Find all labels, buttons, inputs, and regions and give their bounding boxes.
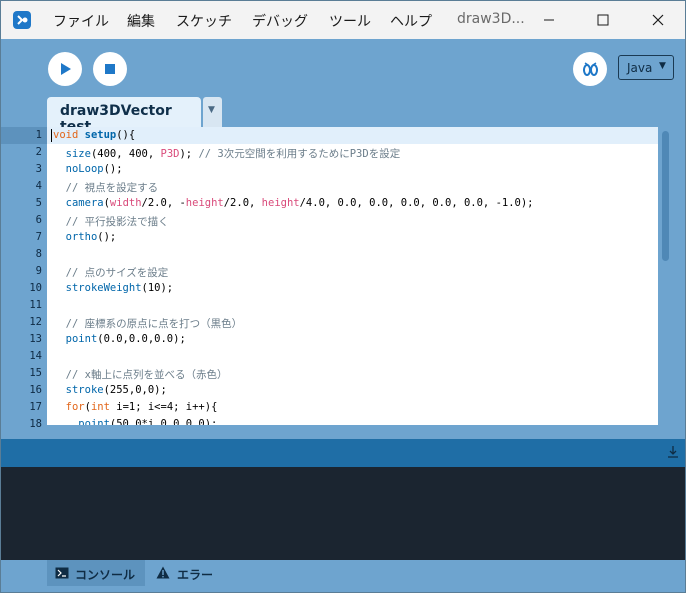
- close-button[interactable]: [635, 1, 681, 39]
- stop-icon: [105, 64, 115, 74]
- text-caret: [51, 129, 52, 142]
- processing-window: ファイル 編集 スケッチ デバッグ ツール ヘルプ draw3D... Java…: [0, 0, 686, 593]
- toolbar: Java ▼: [1, 39, 685, 97]
- processing-logo-icon: [13, 11, 31, 29]
- maximize-icon: [597, 14, 609, 26]
- line-number: 1: [35, 129, 42, 141]
- chevron-down-icon: ▼: [659, 61, 666, 71]
- code-line: camera(width/2.0, -height/2.0, height/4.…: [65, 197, 534, 209]
- line-number-gutter: 1 2 3 4 5 6 7 8 9 10 11 12 13 14 15 16 17 18: [1, 127, 47, 430]
- code-line: for(int i=1; i<=4; i++){: [65, 401, 218, 413]
- tab-console[interactable]: コンソール: [47, 560, 145, 586]
- line-number: 5: [35, 197, 42, 209]
- code-line: // 座標系の原点に点を打つ（黒色）: [65, 318, 243, 330]
- line-number: 4: [35, 180, 42, 192]
- code-line: // x軸上に点列を並べる（赤色）: [65, 369, 228, 381]
- chevron-down-icon: ▼: [208, 105, 215, 115]
- menu-tools[interactable]: ツール: [329, 11, 371, 31]
- close-icon: [652, 14, 664, 26]
- terminal-icon: [55, 567, 69, 579]
- line-number: 15: [29, 367, 42, 379]
- play-icon: [61, 63, 71, 75]
- scrollbar-thumb[interactable]: [662, 131, 669, 261]
- line-number: 3: [35, 163, 42, 175]
- line-number: 13: [29, 333, 42, 345]
- tab-errors[interactable]: エラー: [151, 560, 221, 586]
- code-line: size(400, 400, P3D); // 3次元空間を利用するためにP3D…: [65, 148, 401, 160]
- tab-console-label: コンソール: [75, 568, 136, 582]
- maximize-button[interactable]: [580, 1, 626, 39]
- current-line-highlight: [47, 127, 658, 144]
- menu-help[interactable]: ヘルプ: [390, 11, 432, 31]
- line-number: 6: [35, 214, 42, 226]
- title-menu-bar: ファイル 編集 スケッチ デバッグ ツール ヘルプ draw3D...: [1, 1, 685, 39]
- line-number: 12: [29, 316, 42, 328]
- console-tab-bar: コンソール エラー: [1, 560, 685, 592]
- minimize-icon: [544, 19, 554, 21]
- editor-scrollbar[interactable]: [658, 127, 674, 425]
- warning-icon: [156, 566, 170, 579]
- debugger-button[interactable]: [573, 52, 607, 86]
- code-editor[interactable]: void setup(){ size(400, 400, P3D); // 3次…: [47, 127, 658, 425]
- run-button[interactable]: [48, 52, 82, 86]
- line-number: 2: [35, 146, 42, 158]
- line-number: 10: [29, 282, 42, 294]
- code-line: point(0.0,0.0,0.0);: [65, 333, 186, 345]
- code-line: strokeWeight(10);: [65, 282, 174, 294]
- menu-edit[interactable]: 編集: [127, 11, 155, 31]
- line-number: 9: [35, 265, 42, 277]
- debugger-icon: [583, 62, 598, 76]
- tab-errors-label: エラー: [177, 568, 214, 582]
- tab-menu-button[interactable]: ▼: [203, 97, 222, 127]
- line-number: 18: [29, 418, 42, 430]
- code-line: stroke(255,0,0);: [65, 384, 167, 396]
- line-number: 7: [35, 231, 42, 243]
- line-number: 11: [29, 299, 42, 311]
- code-line: noLoop();: [65, 163, 123, 175]
- console-divider[interactable]: [1, 439, 685, 467]
- mode-selector[interactable]: Java ▼: [618, 55, 674, 80]
- mode-label: Java: [627, 61, 653, 75]
- collapse-console-icon[interactable]: [667, 445, 679, 459]
- code-line: void setup(){: [53, 129, 136, 141]
- menu-file[interactable]: ファイル: [53, 11, 109, 31]
- line-number: 16: [29, 384, 42, 396]
- minimize-button[interactable]: [526, 1, 572, 39]
- tab-sketch[interactable]: draw3DVector test: [47, 97, 201, 135]
- window-title: draw3D...: [457, 11, 525, 27]
- line-number: 17: [29, 401, 42, 413]
- stop-button[interactable]: [93, 52, 127, 86]
- line-number: 14: [29, 350, 42, 362]
- code-line: // 視点を設定する: [65, 182, 159, 194]
- code-line: // 平行投影法で描く: [65, 216, 169, 228]
- code-line: point(50.0*i,0.0,0.0);: [78, 418, 218, 425]
- line-number: 8: [35, 248, 42, 260]
- menu-sketch[interactable]: スケッチ: [176, 11, 232, 31]
- menu-debug[interactable]: デバッグ: [252, 11, 308, 31]
- code-line: // 点のサイズを設定: [65, 267, 169, 279]
- code-line: ortho();: [65, 231, 117, 243]
- console-output[interactable]: [1, 467, 685, 560]
